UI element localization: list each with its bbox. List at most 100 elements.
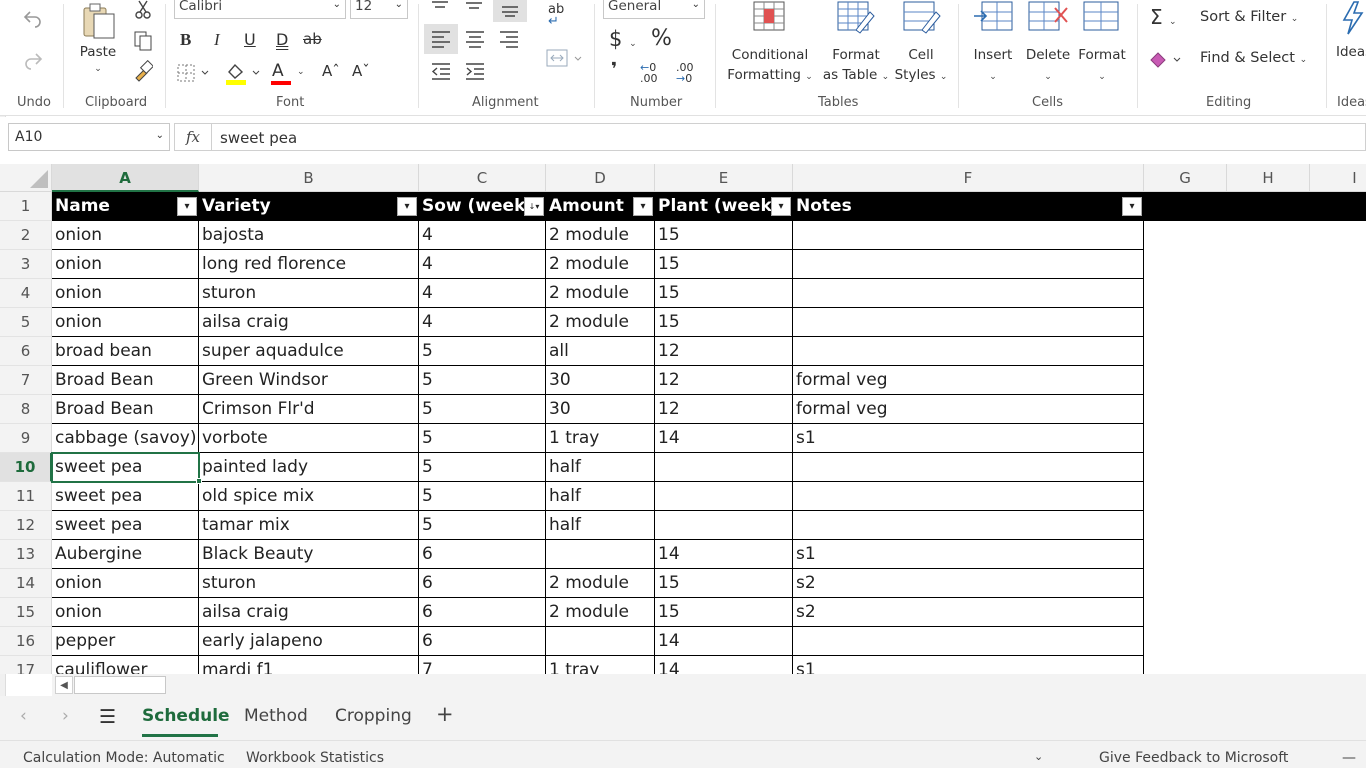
table-cell[interactable]: 5	[419, 453, 546, 482]
table-cell[interactable]	[793, 482, 1144, 511]
table-cell[interactable]: s1	[793, 540, 1144, 569]
insert-function-button[interactable]: fx	[174, 123, 212, 151]
table-cell[interactable]: half	[546, 453, 655, 482]
font-name-select[interactable]: Calibri ⌄	[174, 0, 346, 19]
table-cell[interactable]	[655, 453, 793, 482]
filter-dropdown-icon[interactable]: ▾	[771, 197, 791, 216]
table-cell[interactable]: onion	[52, 279, 199, 308]
scroll-thumb[interactable]	[74, 676, 166, 694]
paste-button[interactable]: Paste ⌄	[78, 45, 118, 75]
ideas-button[interactable]: Ideas	[1336, 45, 1366, 60]
table-cell[interactable]: mardi f1	[199, 656, 419, 674]
zoom-out-button[interactable]: —	[1342, 750, 1356, 766]
formula-input[interactable]: sweet pea	[212, 123, 1366, 151]
merge-cells-icon[interactable]	[545, 47, 585, 69]
add-sheet-button[interactable]: +	[436, 702, 454, 726]
row-header-9[interactable]: 9	[0, 424, 52, 453]
decrease-indent-icon[interactable]	[430, 62, 452, 80]
table-cell[interactable]: cabbage (savoy)	[52, 424, 199, 453]
insert-cells-icon[interactable]	[972, 0, 1016, 34]
align-middle-icon[interactable]	[464, 0, 484, 12]
row-header-5[interactable]: 5	[0, 308, 52, 337]
filter-dropdown-icon[interactable]: ▾	[1122, 197, 1142, 216]
table-cell[interactable]: cauliflower	[52, 656, 199, 674]
horizontal-scrollbar[interactable]: ◀	[52, 674, 1366, 696]
align-top-icon[interactable]	[430, 0, 450, 12]
table-cell[interactable]: s2	[793, 598, 1144, 627]
table-cell[interactable]	[546, 540, 655, 569]
table-cell[interactable]	[793, 221, 1144, 250]
table-cell[interactable]: old spice mix	[199, 482, 419, 511]
table-cell[interactable]: 15	[655, 250, 793, 279]
table-cell[interactable]: sweet pea	[52, 511, 199, 540]
table-cell[interactable]: 1 tray	[546, 424, 655, 453]
tab-method[interactable]: Method	[244, 706, 308, 726]
table-cell[interactable]: ailsa craig	[199, 598, 419, 627]
table-cell[interactable]: pepper	[52, 627, 199, 656]
table-cell[interactable]: 12	[655, 395, 793, 424]
table-cell[interactable]: half	[546, 482, 655, 511]
table-cell[interactable]: 1 tray	[546, 656, 655, 674]
table-cell[interactable]: 14	[655, 627, 793, 656]
align-right-icon[interactable]	[498, 30, 520, 48]
table-cell[interactable]: 7	[419, 656, 546, 674]
table-cell[interactable]: 15	[655, 598, 793, 627]
table-cell[interactable]: 6	[419, 627, 546, 656]
align-center-icon[interactable]	[464, 30, 486, 48]
table-cell[interactable]	[793, 279, 1144, 308]
table-cell[interactable]: 2 module	[546, 279, 655, 308]
cut-icon[interactable]	[134, 0, 152, 20]
scroll-left-icon[interactable]: ◀	[55, 676, 73, 694]
grow-font-button[interactable]: Aˆ	[322, 63, 340, 80]
table-cell[interactable]: sturon	[199, 569, 419, 598]
underline-button[interactable]: U	[244, 31, 256, 49]
delete-button[interactable]: Delete ⌄	[1024, 45, 1072, 87]
table-cell[interactable]: 14	[655, 424, 793, 453]
row-header-17[interactable]: 17	[0, 656, 52, 674]
status-chevron-down-icon[interactable]: ⌄	[1034, 750, 1043, 763]
cell-styles-button[interactable]: Cell Styles ⌄	[893, 45, 949, 87]
table-cell[interactable]: Broad Bean	[52, 366, 199, 395]
table-header-cell[interactable]: Notes	[793, 192, 1144, 221]
worksheet-grid[interactable]: A B C D E F G H I 1 Name ▾ Variety ▾ Sow (week) ↓▾ Amoun…	[0, 164, 1366, 674]
format-as-table-icon[interactable]	[836, 0, 876, 36]
table-cell[interactable]: 30	[546, 366, 655, 395]
table-cell[interactable]: s2	[793, 569, 1144, 598]
table-cell[interactable]: 5	[419, 511, 546, 540]
percent-button[interactable]: %	[651, 26, 672, 51]
table-cell[interactable]	[793, 308, 1144, 337]
fill-color-icon[interactable]	[224, 60, 264, 86]
format-button[interactable]: Format ⌄	[1076, 45, 1128, 87]
table-cell[interactable]: 4	[419, 221, 546, 250]
table-cell[interactable]: 2 module	[546, 598, 655, 627]
comma-style-button[interactable]: ❜	[611, 60, 617, 80]
table-cell[interactable]: onion	[52, 250, 199, 279]
table-cell[interactable]: 12	[655, 366, 793, 395]
increase-decimal-button[interactable]: ←0.00	[640, 62, 658, 84]
table-cell[interactable]	[793, 453, 1144, 482]
table-cell[interactable]: 4	[419, 250, 546, 279]
table-cell[interactable]: sturon	[199, 279, 419, 308]
format-painter-icon[interactable]	[133, 60, 153, 82]
ideas-icon[interactable]	[1338, 0, 1366, 36]
sort-filter-button[interactable]: Sort & Filter ⌄	[1200, 9, 1298, 26]
cell-styles-icon[interactable]	[902, 0, 942, 36]
table-cell[interactable]: early jalapeno	[199, 627, 419, 656]
row-header-14[interactable]: 14	[0, 569, 52, 598]
table-cell[interactable]: 5	[419, 424, 546, 453]
table-cell[interactable]: 2 module	[546, 569, 655, 598]
table-cell[interactable]	[546, 627, 655, 656]
filter-dropdown-icon[interactable]: ▾	[397, 197, 417, 216]
column-header-i[interactable]: I	[1310, 164, 1366, 192]
table-cell[interactable]	[655, 482, 793, 511]
table-cell[interactable]: all	[546, 337, 655, 366]
row-header-12[interactable]: 12	[0, 511, 52, 540]
number-format-select[interactable]: General ⌄	[603, 0, 705, 19]
copy-icon[interactable]	[133, 30, 153, 52]
table-cell[interactable]: long red florence	[199, 250, 419, 279]
font-color-button[interactable]: A	[272, 62, 284, 81]
font-size-select[interactable]: 12 ⌄	[350, 0, 408, 19]
insert-button[interactable]: Insert ⌄	[970, 45, 1016, 87]
wrap-text-button[interactable]: ab ↵	[548, 3, 564, 28]
format-as-table-button[interactable]: Format as Table ⌄	[818, 45, 894, 87]
